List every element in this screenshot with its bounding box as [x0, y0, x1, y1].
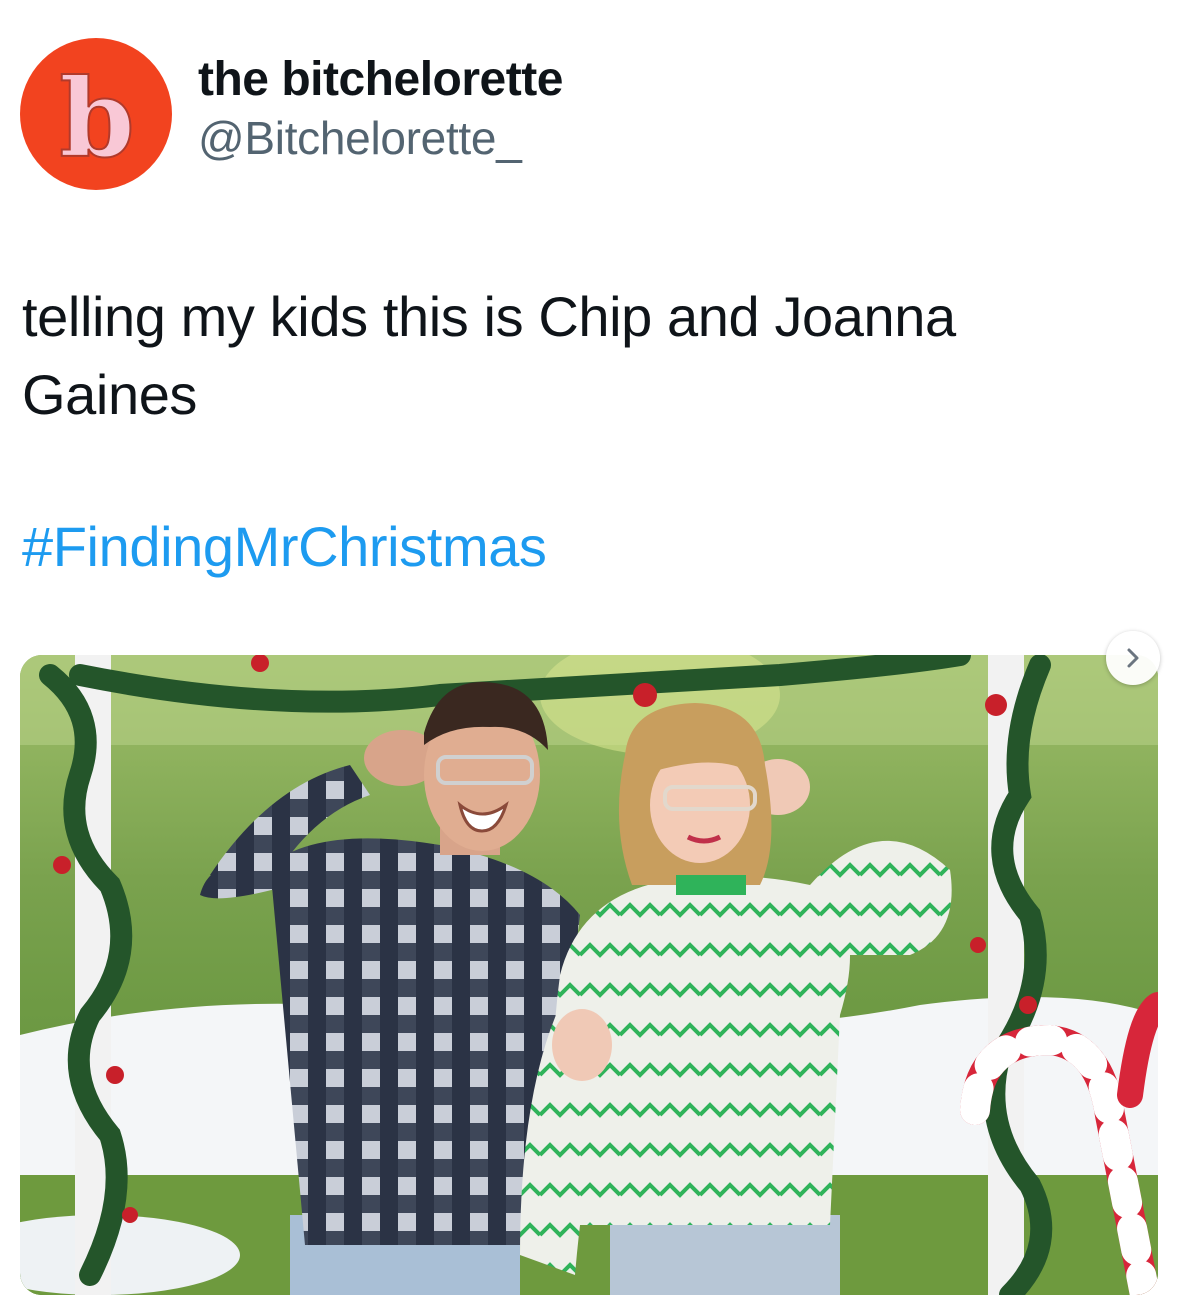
tweet-card: b the bitchelorette @Bitchelorette_ tell… — [0, 0, 1181, 1309]
tweet-text: telling my kids this is Chip and Joanna … — [22, 285, 956, 426]
author-display-name[interactable]: the bitchelorette — [198, 51, 563, 109]
avatar[interactable]: b — [20, 38, 172, 190]
author-handle[interactable]: @Bitchelorette_ — [198, 109, 563, 167]
carousel-next-button[interactable] — [1106, 631, 1160, 685]
tweet-photo[interactable] — [20, 655, 1158, 1295]
bitchelorette-logo: b — [58, 55, 136, 183]
tweet-header: b the bitchelorette @Bitchelorette_ — [20, 38, 563, 190]
photo-illustration — [20, 655, 1158, 1295]
hashtag-link[interactable]: #FindingMrChristmas — [22, 512, 547, 582]
svg-text:b: b — [59, 56, 135, 182]
author-names: the bitchelorette @Bitchelorette_ — [198, 51, 563, 167]
chevron-right-icon — [1127, 648, 1139, 668]
